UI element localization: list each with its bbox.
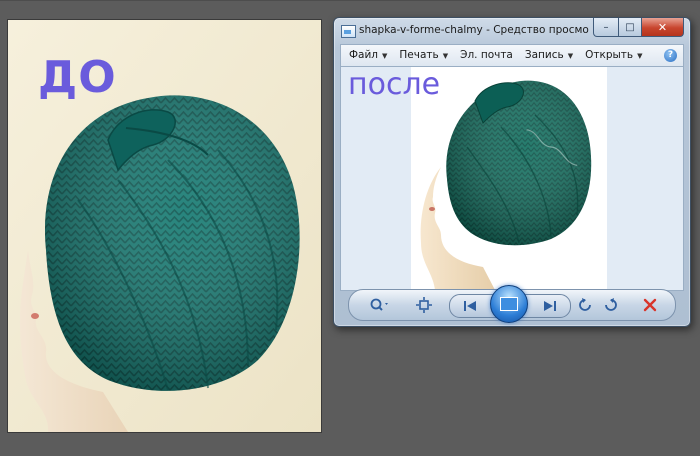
slideshow-icon bbox=[500, 297, 518, 311]
rotate-right-icon[interactable] bbox=[601, 296, 619, 314]
maximize-button[interactable]: □ bbox=[619, 18, 642, 37]
mannequin-lips bbox=[31, 313, 39, 319]
photo-viewer-window[interactable]: shapka-v-forme-chalmy - Средство просмот… bbox=[333, 17, 691, 327]
zoom-icon[interactable] bbox=[367, 296, 393, 314]
delete-icon[interactable] bbox=[641, 296, 659, 314]
before-caption: ДО bbox=[38, 52, 117, 103]
help-icon[interactable]: ? bbox=[664, 49, 677, 62]
actual-size-icon[interactable] bbox=[415, 296, 433, 314]
menu-burn[interactable]: Запись ▼ bbox=[521, 48, 577, 62]
menu-burn-label: Запись bbox=[524, 49, 564, 61]
menu-open-label: Открыть bbox=[585, 49, 634, 61]
rotate-left-icon[interactable] bbox=[577, 296, 595, 314]
chevron-down-icon: ▼ bbox=[637, 52, 643, 60]
previous-icon[interactable] bbox=[460, 297, 480, 315]
menu-bar: Файл ▼ Печать ▼ Эл. почта Запись ▼ Открыть ▼… bbox=[340, 44, 684, 67]
image-viewport[interactable]: после bbox=[340, 66, 684, 291]
after-photo bbox=[411, 67, 607, 290]
chevron-down-icon: ▼ bbox=[442, 52, 449, 60]
desktop-top-edge bbox=[0, 0, 700, 1]
menu-print[interactable]: Печать ▼ bbox=[395, 48, 452, 62]
menu-open[interactable]: Открыть ▼ bbox=[581, 48, 646, 62]
next-icon[interactable] bbox=[540, 297, 560, 315]
menu-items: Файл ▼ Печать ▼ Эл. почта Запись ▼ Открыть ▼ bbox=[345, 48, 646, 62]
menu-email-label: Эл. почта bbox=[460, 49, 513, 61]
menu-file[interactable]: Файл ▼ bbox=[345, 48, 391, 62]
after-caption: после bbox=[348, 67, 441, 102]
after-photo-image bbox=[411, 67, 607, 290]
close-button[interactable]: ✕ bbox=[642, 18, 684, 37]
slideshow-button[interactable] bbox=[490, 285, 528, 323]
mannequin-lips bbox=[429, 207, 435, 211]
menu-file-label: Файл bbox=[349, 49, 379, 61]
viewer-toolbar bbox=[348, 285, 676, 323]
chevron-down-icon: ▼ bbox=[382, 52, 388, 60]
menu-email[interactable]: Эл. почта bbox=[456, 48, 517, 62]
menu-print-label: Печать bbox=[399, 49, 439, 61]
before-photo: ДО bbox=[8, 20, 321, 432]
minimize-button[interactable]: – bbox=[593, 18, 619, 37]
caption-buttons: – □ ✕ bbox=[593, 18, 684, 37]
photo-viewer-app-icon[interactable] bbox=[341, 25, 356, 38]
window-title: shapka-v-forme-chalmy - Средство просмот… bbox=[359, 24, 589, 36]
title-bar[interactable]: shapka-v-forme-chalmy - Средство просмот… bbox=[334, 18, 690, 44]
chevron-down-icon: ▼ bbox=[567, 52, 574, 60]
